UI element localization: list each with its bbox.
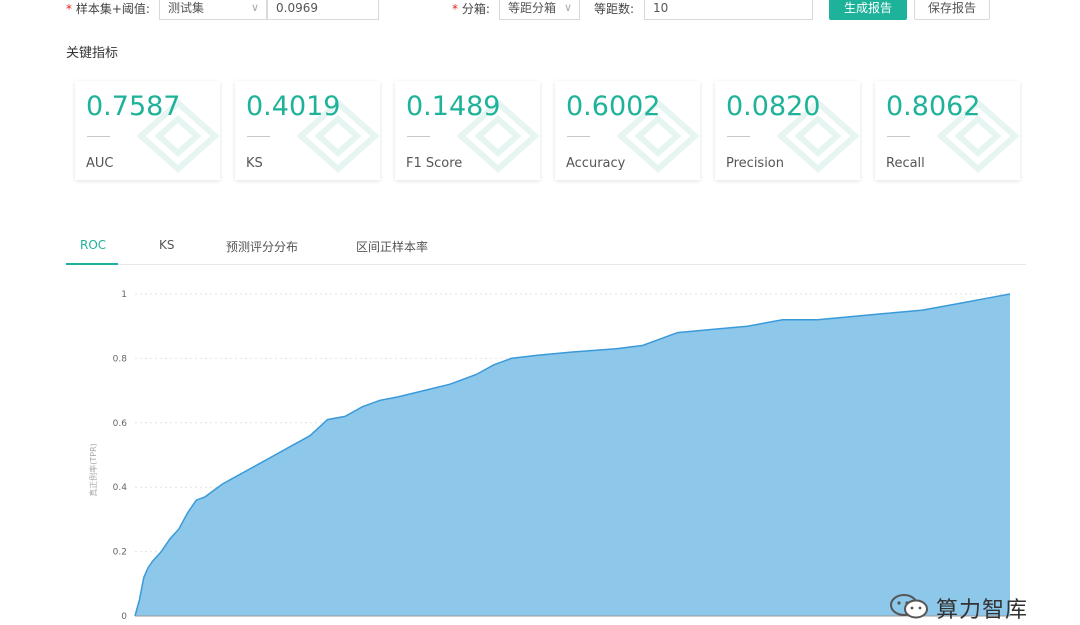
dataset-threshold-label: * 样本集+阈值: [66,2,150,16]
y-axis-label: 真正例率(TPR) [88,443,98,497]
tab-roc[interactable]: ROC [80,238,106,252]
metric-divider [727,136,750,137]
y-tick-label: 0.8 [113,354,128,364]
metric-label: KS [246,156,263,171]
required-mark: * [452,2,458,16]
y-tick-label: 1 [121,290,127,300]
save-report-button[interactable]: 保存报告 [914,0,990,20]
metric-card-ks: 0.4019 KS [235,81,380,180]
roc-chart: 0 0.2 0.4 0.6 0.8 1 真正例率(TPR) [88,290,1011,622]
binning-select[interactable]: 等距分箱 ∨ [499,0,580,20]
tab-interval-positive-rate[interactable]: 区间正样本率 [356,238,428,255]
metric-value: 0.4019 [246,91,341,122]
binning-label: * 分箱: [452,2,490,16]
metric-label: Recall [886,156,925,171]
equal-distance-input[interactable]: 10 [644,0,813,20]
watermark-text: 算力智库 [936,598,1029,623]
tab-score-distribution[interactable]: 预测评分分布 [226,238,298,255]
roc-area [135,294,1010,616]
y-tick-label: 0.4 [113,483,128,493]
metric-divider [567,136,590,137]
wechat-icon [890,594,928,619]
generate-report-button[interactable]: 生成报告 [829,0,907,20]
metric-divider [87,136,110,137]
metric-card-recall: 0.8062 Recall [875,81,1020,180]
equal-distance-label: 等距数: [594,2,635,16]
chart-tabs: ROC KS 预测评分分布 区间正样本率 [66,230,1026,265]
metric-divider [407,136,430,137]
metric-value: 0.1489 [406,91,501,122]
dataset-select[interactable]: 测试集 ∨ [159,0,267,20]
metric-card-accuracy: 0.6002 Accuracy [555,81,700,180]
metric-label: Precision [726,156,785,171]
metric-value: 0.8062 [886,91,981,122]
metric-value: 0.6002 [566,91,661,122]
metric-card-precision: 0.0820 Precision [715,81,860,180]
metric-label: AUC [86,156,114,171]
metric-divider [247,136,270,137]
metric-label: Accuracy [566,156,626,171]
metric-card-auc: 0.7587 AUC [75,81,220,180]
metric-label: F1 Score [406,156,463,171]
metric-value: 0.7587 [86,91,181,122]
tab-ks[interactable]: KS [159,238,175,252]
threshold-input[interactable]: 0.0969 [267,0,379,20]
y-tick-label: 0 [121,612,127,622]
y-tick-label: 0.6 [113,419,128,429]
report-toolbar: * 样本集+阈值: 测试集 ∨ 0.0969 * 分箱: 等距分箱 ∨ 等距数:… [0,0,1080,22]
y-tick-label: 0.2 [113,548,127,558]
metric-value: 0.0820 [726,91,821,122]
metric-card-f1-score: 0.1489 F1 Score [395,81,540,180]
chevron-down-icon: ∨ [250,1,259,14]
metric-divider [887,136,910,137]
key-metrics-title: 关键指标 [66,46,119,61]
chevron-down-icon: ∨ [563,1,572,14]
y-axis-ticks: 0 0.2 0.4 0.6 0.8 1 [113,290,128,622]
required-mark: * [66,2,72,16]
active-tab-indicator [66,263,118,265]
